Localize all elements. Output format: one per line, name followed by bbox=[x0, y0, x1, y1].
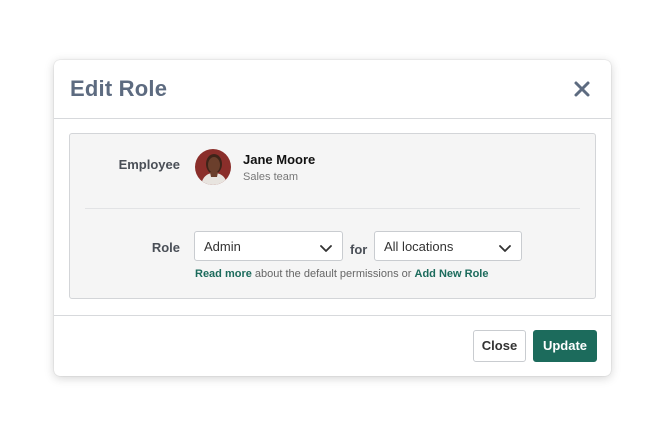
footer-divider bbox=[54, 315, 611, 316]
chevron-down-icon bbox=[499, 241, 511, 252]
location-select[interactable]: All locations bbox=[374, 231, 522, 261]
add-new-role-link[interactable]: Add New Role bbox=[415, 268, 489, 280]
role-select[interactable]: Admin bbox=[194, 231, 343, 261]
avatar bbox=[195, 149, 231, 185]
location-select-value: All locations bbox=[384, 239, 454, 254]
role-label: Role bbox=[151, 240, 180, 255]
role-help-text: Read more about the default permissions … bbox=[195, 268, 488, 280]
dialog-header: Edit Role bbox=[54, 60, 611, 119]
employee-name: Jane Moore bbox=[243, 152, 316, 167]
for-label: for bbox=[350, 242, 368, 257]
role-select-value: Admin bbox=[204, 239, 241, 254]
dialog-title: Edit Role bbox=[70, 76, 168, 101]
role-form-panel: Employee Jane Moore Sales team Role Admi… bbox=[69, 133, 596, 299]
help-middle-text: about the default permissions or bbox=[251, 268, 415, 280]
edit-role-dialog: Edit Role Employee Jane Moore Sales team… bbox=[54, 60, 611, 376]
read-more-link[interactable]: Read more bbox=[195, 268, 252, 280]
close-icon[interactable] bbox=[571, 78, 593, 100]
close-button[interactable]: Close bbox=[473, 330, 526, 362]
employee-label: Employee bbox=[118, 157, 180, 172]
chevron-down-icon bbox=[320, 241, 332, 252]
section-divider bbox=[85, 208, 580, 209]
update-button[interactable]: Update bbox=[533, 330, 597, 362]
employee-team: Sales team bbox=[243, 171, 299, 183]
